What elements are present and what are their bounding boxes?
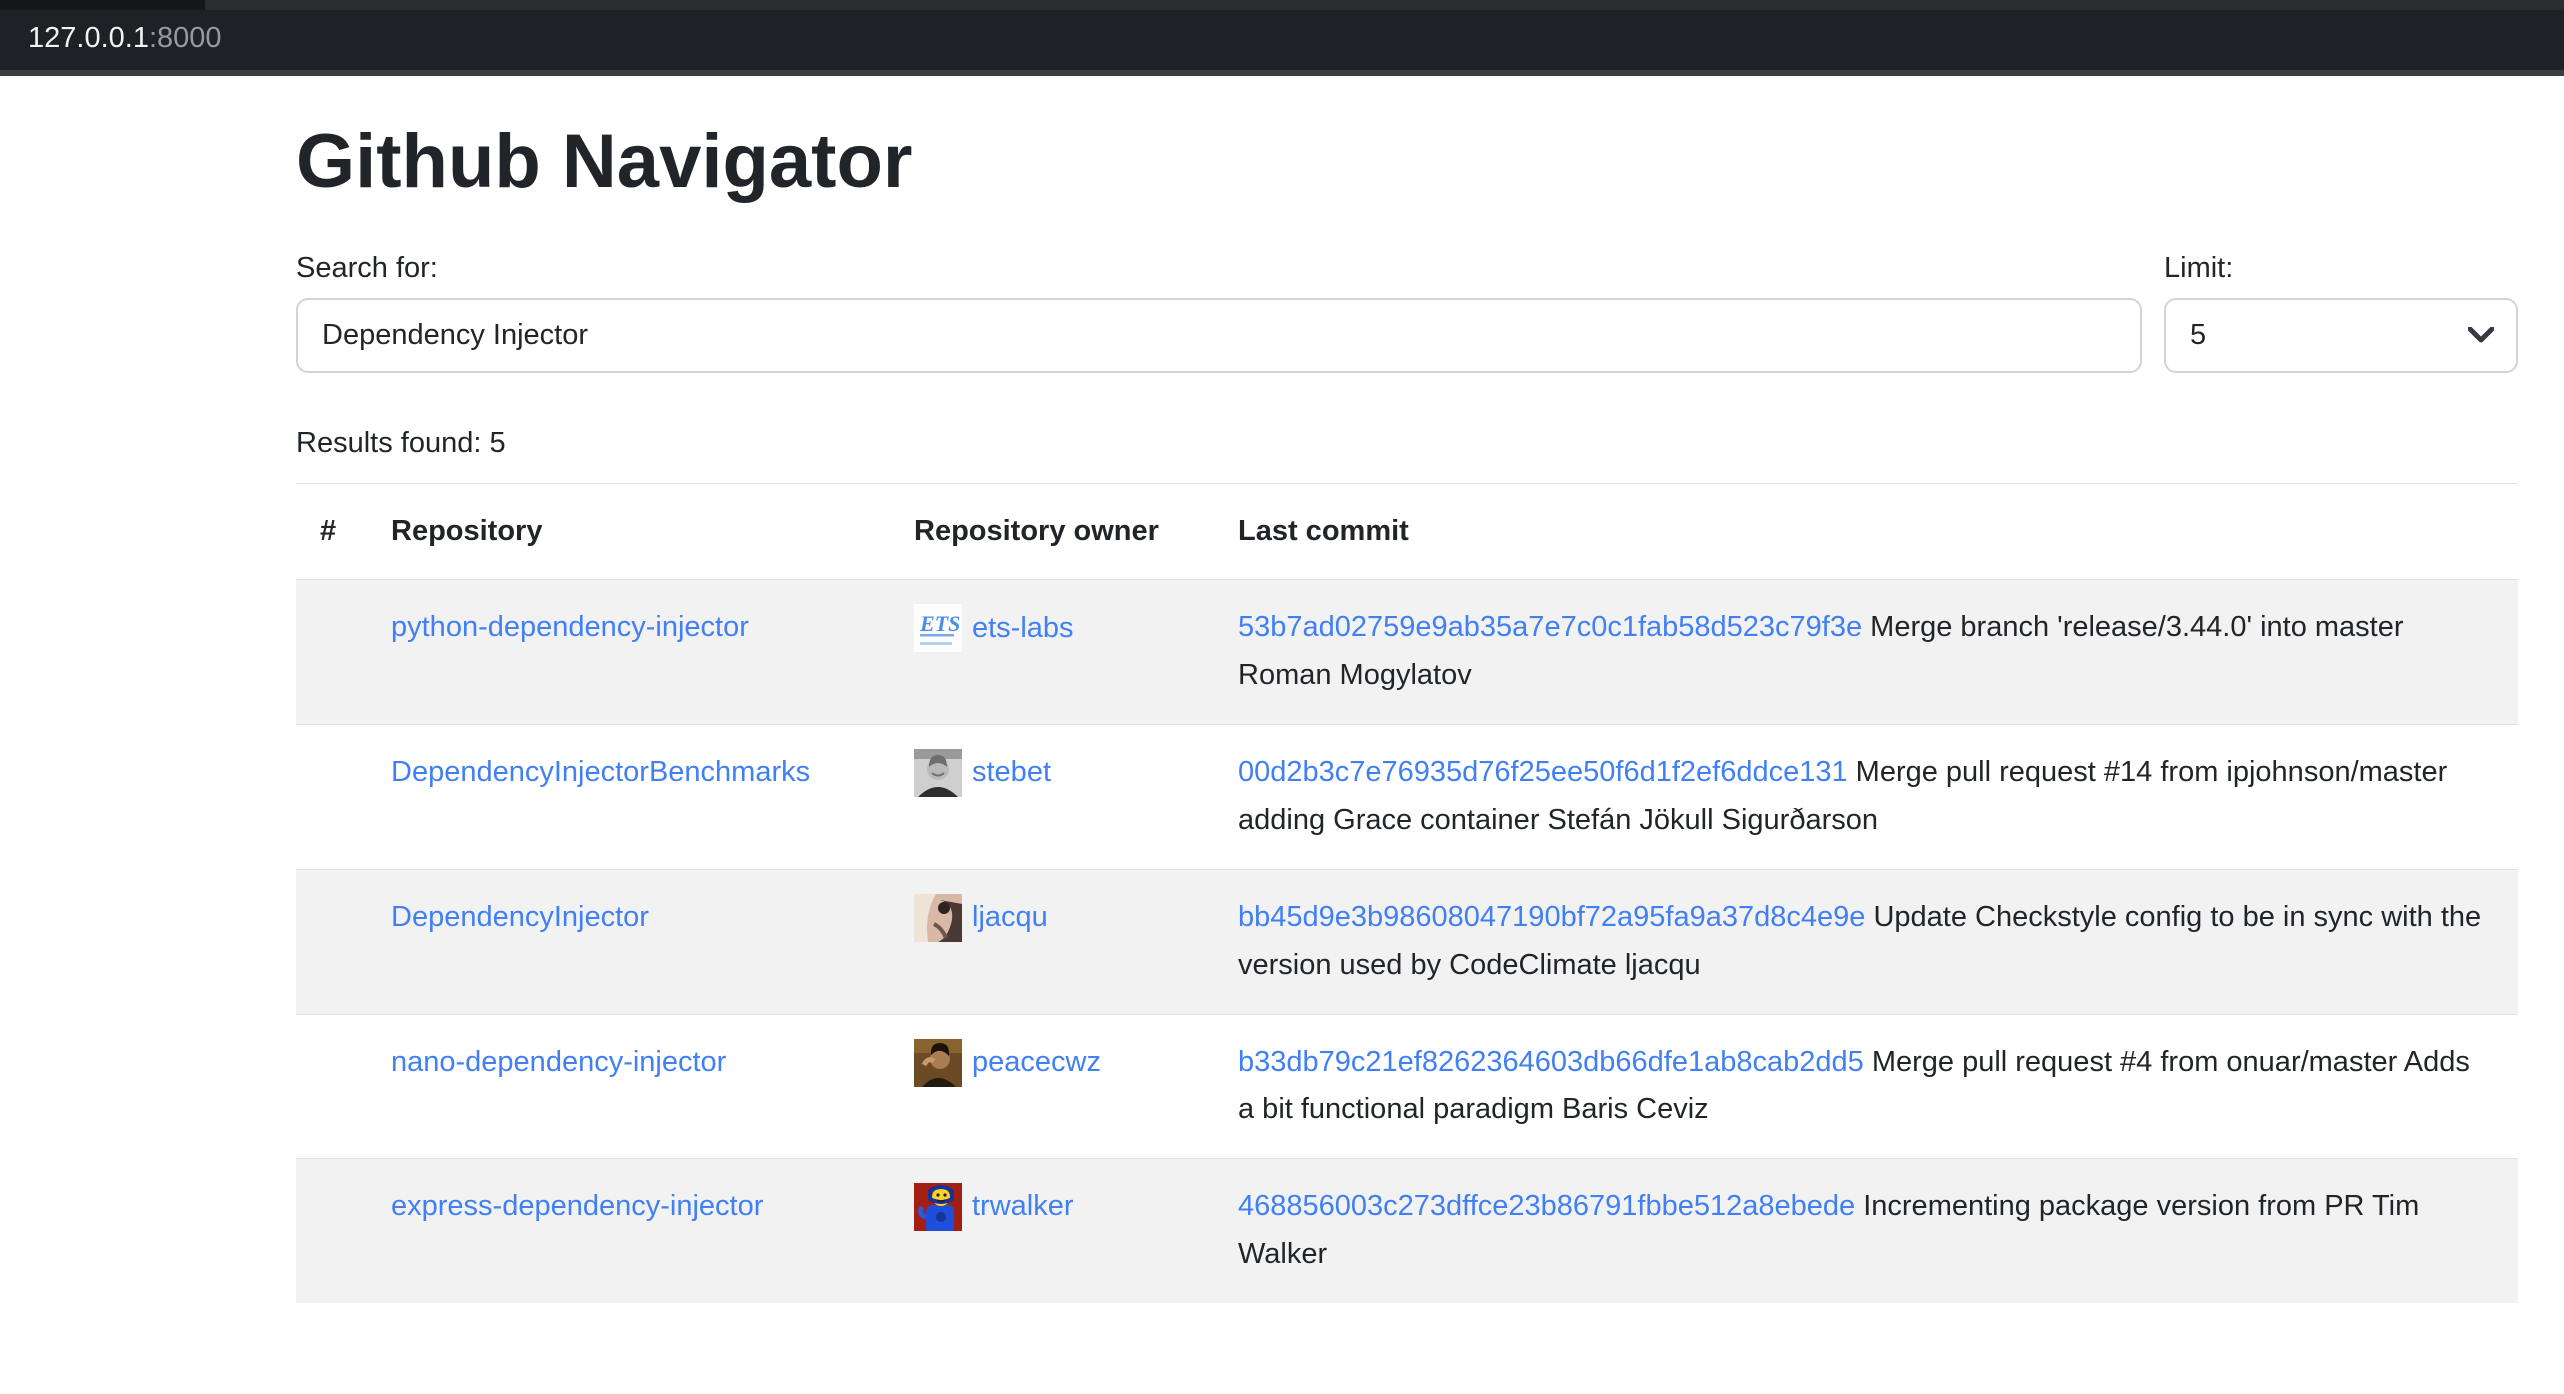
table-row: nano-dependency-injector peacecwz [296, 1014, 2518, 1159]
url-host: 127.0.0.1 [28, 22, 149, 54]
owner-link[interactable]: trwalker [972, 1183, 1074, 1231]
search-label: Search for: [296, 244, 2142, 292]
table-row: DependencyInjector ljacqu bb45d9e3b9860 [296, 869, 2518, 1014]
column-header-number: # [296, 483, 367, 580]
limit-select[interactable]: 5 [2164, 298, 2518, 373]
owner-link[interactable]: ets-labs [972, 605, 1074, 653]
toolbar-divider [0, 70, 2564, 76]
peacecwz-portrait-avatar [914, 1039, 962, 1087]
owner-link[interactable]: ljacqu [972, 894, 1048, 942]
browser-address-bar: 127.0.0.1:8000 [0, 0, 2564, 76]
repo-link[interactable]: DependencyInjectorBenchmarks [391, 756, 810, 788]
trwalker-lego-avatar [914, 1183, 962, 1231]
search-field-group: Search for: [296, 244, 2142, 373]
chevron-down-icon [2468, 327, 2494, 343]
repo-link[interactable]: express-dependency-injector [391, 1190, 763, 1222]
repo-link[interactable]: DependencyInjector [391, 901, 649, 933]
commit-hash-link[interactable]: b33db79c21ef8262364603db66dfe1ab8cab2dd5 [1238, 1046, 1864, 1078]
window-top-edge [0, 0, 2564, 10]
table-header-row: # Repository Repository owner Last commi… [296, 483, 2518, 580]
commit-hash-link[interactable]: 00d2b3c7e76935d76f25ee50f6d1f2ef6ddce131 [1238, 756, 1848, 788]
svg-text:ETS: ETS [919, 611, 960, 636]
search-form: Search for: Limit: 5 [296, 244, 2518, 373]
results-table: # Repository Repository owner Last commi… [296, 483, 2518, 1303]
column-header-last-commit: Last commit [1214, 483, 2518, 580]
table-row: python-dependency-injector ETS ets-labs … [296, 580, 2518, 725]
page-title: Github Navigator [296, 120, 2518, 204]
column-header-repository: Repository [367, 483, 890, 580]
repo-link[interactable]: nano-dependency-injector [391, 1046, 726, 1078]
ets-labs-logo-avatar: ETS [914, 604, 962, 652]
commit-hash-link[interactable]: 468856003c273dffce23b86791fbbe512a8ebede [1238, 1190, 1855, 1222]
ljacqu-photo-avatar [914, 894, 962, 942]
repo-link[interactable]: python-dependency-injector [391, 611, 749, 643]
owner-link[interactable]: stebet [972, 749, 1051, 797]
limit-label: Limit: [2164, 244, 2518, 292]
commit-hash-link[interactable]: 53b7ad02759e9ab35a7e7c0c1fab58d523c79f3e [1238, 611, 1862, 643]
owner-link[interactable]: peacecwz [972, 1039, 1101, 1087]
results-count: Results found: 5 [296, 419, 2518, 467]
main-content: Github Navigator Search for: Limit: 5 Re… [296, 76, 2518, 1303]
limit-selected-value: 5 [2190, 319, 2206, 352]
url-text[interactable]: 127.0.0.1:8000 [28, 24, 222, 53]
search-input[interactable] [296, 298, 2142, 373]
table-row: express-dependency-injector [296, 1159, 2518, 1303]
limit-field-group: Limit: 5 [2164, 244, 2518, 373]
url-port: :8000 [149, 22, 222, 54]
stebet-portrait-avatar [914, 749, 962, 797]
table-row: DependencyInjectorBenchmarks stebet [296, 725, 2518, 870]
column-header-owner: Repository owner [890, 483, 1214, 580]
commit-hash-link[interactable]: bb45d9e3b98608047190bf72a95fa9a37d8c4e9e [1238, 901, 1865, 933]
